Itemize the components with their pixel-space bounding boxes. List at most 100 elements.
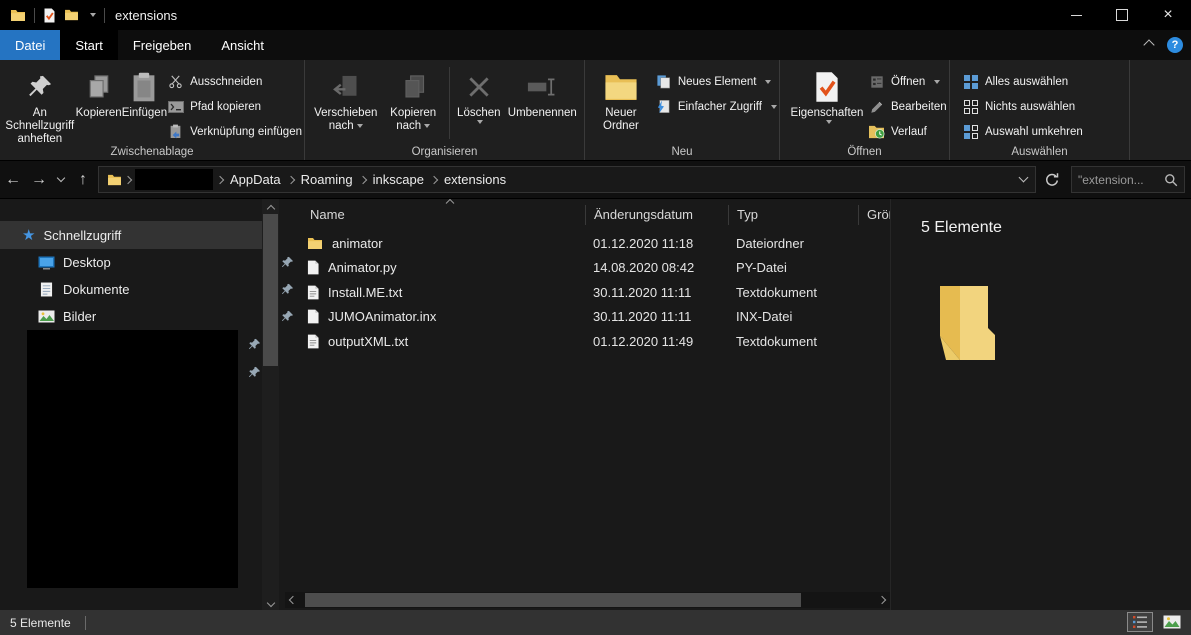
history-button[interactable]: Verlauf <box>868 119 947 144</box>
window-controls: × <box>1053 0 1191 30</box>
easy-access-button[interactable]: Einfacher Zugriff <box>655 94 777 119</box>
file-row[interactable]: animator 01.12.2020 11:18 Dateiordner <box>285 231 890 256</box>
scrollbar-thumb[interactable] <box>305 593 801 607</box>
rename-button[interactable]: Umbenennen <box>503 65 582 120</box>
search-input[interactable] <box>1078 173 1164 187</box>
new-folder-button[interactable]: Neuer Ordner <box>595 65 647 133</box>
details-view-button[interactable] <box>1127 612 1153 632</box>
refresh-button[interactable] <box>1042 172 1062 188</box>
select-all-button[interactable]: Alles auswählen <box>962 69 1083 94</box>
pin-icon[interactable] <box>248 366 261 379</box>
sidebar-item-pictures[interactable]: Bilder <box>0 303 298 330</box>
breadcrumb-extensions[interactable]: extensions <box>437 172 513 187</box>
invert-selection-button[interactable]: Auswahl umkehren <box>962 119 1083 144</box>
copy-button[interactable]: Kopieren <box>76 65 122 120</box>
back-button[interactable]: ← <box>0 166 26 194</box>
qat-new-folder-button[interactable] <box>64 9 79 21</box>
column-header-size[interactable]: Größe <box>858 205 890 225</box>
paste-shortcut-button[interactable]: Verknüpfung einfügen <box>167 119 302 144</box>
invert-selection-icon <box>962 125 979 139</box>
select-none-button[interactable]: Nichts auswählen <box>962 94 1083 119</box>
file-row[interactable]: outputXML.txt 01.12.2020 11:49 Textdokum… <box>285 329 890 354</box>
address-dropdown-icon[interactable] <box>1020 171 1027 189</box>
sidebar-item-documents[interactable]: Dokumente <box>0 276 298 303</box>
up-button[interactable]: ↑ <box>70 166 96 194</box>
scrollbar-track[interactable] <box>301 592 874 608</box>
search-box[interactable] <box>1071 166 1185 193</box>
qat-customize-button[interactable] <box>87 6 96 24</box>
horizontal-scrollbar[interactable] <box>285 592 890 608</box>
pin-to-quick-access-button[interactable]: An Schnellzugriff anheften <box>4 65 76 146</box>
column-header-date[interactable]: Änderungsdatum <box>585 205 728 225</box>
delete-button[interactable]: Löschen <box>455 65 503 124</box>
crumb-separator-icon[interactable] <box>124 175 132 183</box>
breadcrumb-inkscape[interactable]: inkscape <box>366 172 431 187</box>
help-icon[interactable]: ? <box>1167 37 1183 53</box>
folder-icon <box>307 237 323 250</box>
ribbon-filler <box>1130 60 1191 160</box>
ribbon-group-clipboard: An Schnellzugriff anheften Kopieren Einf… <box>0 60 305 160</box>
desktop-icon <box>36 256 56 270</box>
file-row[interactable]: Animator.py 14.08.2020 08:42 PY-Datei <box>285 256 890 281</box>
qat-properties-button[interactable] <box>43 8 56 23</box>
sidebar-item-desktop[interactable]: Desktop <box>0 249 298 276</box>
scroll-down-icon[interactable] <box>262 595 279 610</box>
maximize-button[interactable] <box>1099 0 1145 30</box>
copy-path-button[interactable]: Pfad kopieren <box>167 94 302 119</box>
scroll-right-icon[interactable] <box>874 592 890 608</box>
cut-button[interactable]: Ausschneiden <box>167 69 302 94</box>
tab-datei[interactable]: Datei <box>0 30 60 60</box>
forward-button[interactable]: → <box>26 166 52 194</box>
properties-caret <box>826 120 832 124</box>
rename-icon <box>526 67 558 107</box>
address-field[interactable]: AppData Roaming inkscape extensions <box>98 166 1036 193</box>
breadcrumb-appdata[interactable]: AppData <box>223 172 288 187</box>
documents-icon <box>36 282 56 297</box>
quick-access-toolbar <box>43 6 96 24</box>
tab-ansicht[interactable]: Ansicht <box>206 30 279 60</box>
tab-start[interactable]: Start <box>60 30 117 60</box>
delete-icon <box>466 67 492 107</box>
pictures-icon <box>36 310 56 323</box>
redacted-user-path <box>135 169 213 190</box>
select-all-icon <box>962 75 979 89</box>
file-row[interactable]: JUMOAnimator.inx 30.11.2020 11:11 INX-Da… <box>285 305 890 330</box>
copy-to-button[interactable]: Kopieren nach <box>382 65 444 133</box>
recent-locations-button[interactable] <box>52 166 70 194</box>
search-icon[interactable] <box>1164 173 1178 187</box>
pencil-icon <box>868 100 885 114</box>
close-button[interactable]: × <box>1145 0 1191 30</box>
collapse-ribbon-icon[interactable] <box>1145 36 1153 54</box>
column-header-name[interactable]: Name <box>285 205 585 225</box>
text-file-icon <box>307 285 319 300</box>
properties-button[interactable]: Eigenschaften <box>788 65 866 124</box>
edit-button[interactable]: Bearbeiten <box>868 94 947 119</box>
breadcrumb-roaming[interactable]: Roaming <box>294 172 360 187</box>
sidebar-item-quick-access[interactable]: ★ Schnellzugriff <box>0 221 262 249</box>
main-area: ★ Schnellzugriff Desktop Dokumente <box>0 199 1191 610</box>
new-item-button[interactable]: Neues Element <box>655 69 777 94</box>
explorer-window: extensions × Datei Start Freigeben Ansic… <box>0 0 1191 635</box>
file-row[interactable]: Install.ME.txt 30.11.2020 11:11 Textdoku… <box>285 280 890 305</box>
properties-icon <box>814 67 840 107</box>
open-button[interactable]: Öffnen <box>868 69 947 94</box>
address-folder-icon <box>107 174 122 186</box>
navigation-pane: ★ Schnellzugriff Desktop Dokumente <box>0 199 262 610</box>
scrollbar-thumb[interactable] <box>263 214 278 366</box>
delete-caret <box>477 120 483 124</box>
status-items-count: 5 Elemente <box>10 616 71 630</box>
tab-freigeben[interactable]: Freigeben <box>118 30 207 60</box>
move-to-button[interactable]: Verschieben nach <box>309 65 382 133</box>
new-item-caret <box>765 80 771 84</box>
paste-icon <box>131 67 157 107</box>
copy-to-icon <box>399 67 427 107</box>
column-header-type[interactable]: Typ <box>728 205 858 225</box>
sidebar-scrollbar[interactable] <box>262 199 279 610</box>
minimize-button[interactable] <box>1053 0 1099 30</box>
pin-icon[interactable] <box>248 338 261 351</box>
scroll-up-icon[interactable] <box>262 199 279 214</box>
copy-icon <box>85 67 113 107</box>
large-icons-view-button[interactable] <box>1159 612 1185 632</box>
scroll-left-icon[interactable] <box>285 592 301 608</box>
paste-button[interactable]: Einfügen <box>122 65 167 120</box>
